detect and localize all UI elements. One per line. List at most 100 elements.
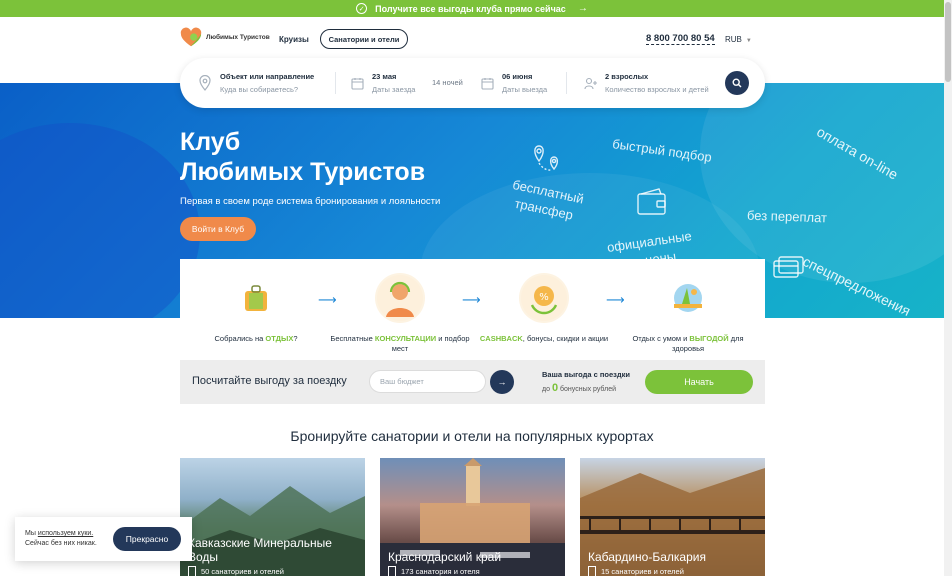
resort-name-line1: Кавказские Минеральные bbox=[188, 536, 332, 550]
heart-logo-icon bbox=[180, 27, 202, 47]
consultant-icon bbox=[375, 273, 425, 323]
cookie-link[interactable]: используем куки. bbox=[38, 530, 93, 537]
resort-count-text: 15 санаториев и отелей bbox=[601, 566, 684, 576]
building-icon bbox=[188, 566, 196, 576]
destination-placeholder: Куда вы собираетесь? bbox=[220, 85, 299, 94]
building-icon bbox=[588, 566, 596, 576]
resort-name: Кавказские Минеральные Воды bbox=[188, 536, 332, 564]
benefit-calculator: Посчитайте выгоду за поездку Ваш бюджет … bbox=[180, 360, 765, 404]
map-pin-icon bbox=[534, 145, 559, 171]
credit-card-icon bbox=[773, 256, 804, 278]
search-divider bbox=[335, 72, 336, 94]
resort-name-line1: Кабардино-Балкария bbox=[588, 550, 706, 564]
step-text: CASHBACK, бонусы, скидки и акции bbox=[474, 334, 614, 344]
svg-text:%: % bbox=[539, 292, 549, 303]
benefit-summary: Ваша выгода с поездки до 0 бонусных рубл… bbox=[542, 370, 630, 394]
resorts-title: Бронируйте санатории и отели на популярн… bbox=[290, 428, 654, 444]
resort-count-text: 173 санатория и отеля bbox=[401, 566, 480, 576]
promo-bar[interactable]: ✓ Получите все выгоды клуба прямо сейчас… bbox=[0, 0, 944, 17]
currency-value: RUB bbox=[725, 35, 742, 44]
step-benefit: Отдых с умом и ВЫГОДОЙ для здоровья bbox=[618, 273, 758, 354]
location-icon bbox=[199, 75, 211, 91]
site-logo[interactable]: Любимых Туристов bbox=[180, 27, 270, 49]
step-text-highlight: CASHBACK bbox=[479, 334, 523, 343]
benefit-title: Ваша выгода с поездки bbox=[542, 370, 631, 379]
step-text-highlight: ВЫГОДОЙ bbox=[689, 334, 729, 343]
resort-card-kbr[interactable]: Кабардино-Балкария 15 санаториев и отеле… bbox=[580, 458, 765, 576]
step-text-post: , бонусы, скидки и акции bbox=[522, 334, 609, 343]
cashback-icon: % bbox=[519, 273, 569, 323]
step-cashback: % CASHBACK, бонусы, скидки и акции bbox=[474, 273, 614, 344]
benefit-pre: до bbox=[542, 386, 552, 393]
step-text: Бесплатные КОНСУЛЬТАЦИИ и подбор мест bbox=[330, 334, 470, 354]
phone-link[interactable]: 8 800 700 80 54 bbox=[646, 33, 715, 45]
resort-count-text: 50 санаториев и отелей bbox=[201, 566, 284, 576]
step-text-pre: Отдых с умом и bbox=[632, 334, 690, 343]
scrollbar-thumb[interactable] bbox=[945, 2, 951, 82]
step-text-highlight: КОНСУЛЬТАЦИИ bbox=[374, 334, 437, 343]
wallet-icon bbox=[637, 188, 666, 215]
user-add-icon bbox=[584, 77, 597, 89]
hero-title-line1: Клуб bbox=[180, 128, 241, 156]
hero-word-nofees: без переплат bbox=[746, 207, 828, 226]
club-steps: Собрались на ОТДЫХ? ⟶ Бесплатные КОНСУЛЬ… bbox=[180, 259, 765, 360]
checkin-value: 23 мая bbox=[372, 72, 397, 81]
checkin-label: Даты заезда bbox=[372, 85, 416, 94]
nights-count: 14 ночей bbox=[432, 78, 463, 87]
calculate-button[interactable]: → bbox=[490, 370, 514, 394]
resort-name-line2: Воды bbox=[188, 550, 219, 564]
destination-label: Объект или направление bbox=[220, 72, 315, 81]
page-scrollbar[interactable] bbox=[944, 0, 952, 576]
checkout-label: Даты выезда bbox=[502, 85, 548, 94]
step-text: Собрались на ОТДЫХ? bbox=[186, 334, 326, 344]
step-text-pre: Бесплатные bbox=[330, 334, 375, 343]
benefit-amount: до 0 бонусных рублей bbox=[542, 382, 630, 394]
hero-word-fast: быстрый подбор bbox=[611, 136, 713, 165]
calendar-icon bbox=[351, 77, 364, 90]
step-text: Отдых с умом и ВЫГОДОЙ для здоровья bbox=[618, 334, 758, 354]
logo-name: Любимых Туристов bbox=[206, 34, 270, 42]
checkin-field[interactable]: 23 мая Даты заезда bbox=[351, 58, 415, 108]
step-rest: Собрались на ОТДЫХ? bbox=[186, 273, 326, 344]
search-icon bbox=[732, 78, 742, 88]
destination-field[interactable]: Объект или направление Куда вы собираете… bbox=[198, 58, 314, 108]
resort-card-krasnodar[interactable]: Краснодарский край 173 санатория и отеля bbox=[380, 458, 565, 576]
checkout-field[interactable]: 06 июня Даты выезда bbox=[481, 58, 547, 108]
nav-cruises[interactable]: Круизы bbox=[279, 35, 309, 44]
search-bar: Объект или направление Куда вы собираете… bbox=[180, 58, 765, 108]
resort-count: 15 санаториев и отелей bbox=[588, 566, 684, 576]
cookie-pre: Мы bbox=[25, 530, 38, 537]
step-text-highlight: ОТДЫХ bbox=[265, 334, 294, 343]
budget-input[interactable]: Ваш бюджет bbox=[369, 370, 486, 393]
chevron-down-icon: ▼ bbox=[745, 38, 752, 44]
guests-label: Количество взрослых и детей bbox=[605, 85, 709, 94]
calculator-title: Посчитайте выгоду за поездку bbox=[192, 375, 347, 387]
search-button[interactable] bbox=[725, 71, 749, 95]
hero-decor-shape bbox=[0, 123, 200, 318]
resort-card-kmv[interactable]: Кавказские Минеральные Воды 50 санаторие… bbox=[180, 458, 365, 576]
hero-title: Клуб Любимых Туристов bbox=[180, 127, 480, 187]
resort-count: 173 санатория и отеля bbox=[388, 566, 480, 576]
nav-sanatoriums-button[interactable]: Санатории и отели bbox=[320, 29, 408, 49]
hero-title-line2: Любимых Туристов bbox=[180, 158, 426, 186]
cookie-text: Мы используем куки. Сейчас без них никак… bbox=[25, 529, 97, 549]
join-club-button[interactable]: Войти в Клуб bbox=[180, 217, 256, 241]
start-button[interactable]: Начать bbox=[645, 370, 753, 394]
calendar-icon bbox=[481, 77, 494, 90]
guests-field[interactable]: 2 взрослых Количество взрослых и детей bbox=[584, 58, 709, 108]
currency-select[interactable]: RUB ▼ bbox=[725, 35, 752, 44]
arrow-right-icon: → bbox=[577, 3, 588, 14]
cookie-accept-button[interactable]: Прекрасно bbox=[113, 527, 181, 551]
checkout-value: 06 июня bbox=[502, 72, 533, 81]
cookie-banner: Мы используем куки. Сейчас без них никак… bbox=[15, 517, 192, 561]
benefit-post: бонусных рублей bbox=[558, 386, 617, 393]
resort-count: 50 санаториев и отелей bbox=[188, 566, 284, 576]
resort-name-line1: Краснодарский край bbox=[388, 550, 502, 564]
step-text-post: ? bbox=[293, 334, 298, 343]
step-text-pre: Собрались на bbox=[214, 334, 266, 343]
building-icon bbox=[388, 566, 396, 576]
arrow-right-icon: → bbox=[497, 377, 507, 387]
resort-name: Краснодарский край bbox=[388, 550, 501, 564]
guests-value: 2 взрослых bbox=[605, 72, 649, 81]
step-consult: Бесплатные КОНСУЛЬТАЦИИ и подбор мест bbox=[330, 273, 470, 354]
